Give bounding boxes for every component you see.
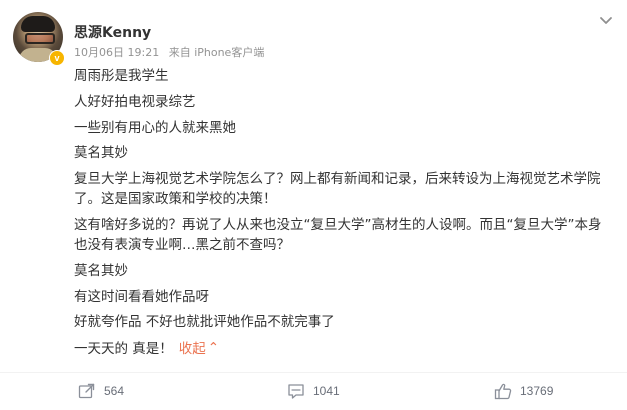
collapse-label: 收起 [178, 341, 206, 358]
share-icon [78, 383, 95, 399]
repost-button[interactable]: 564 [78, 381, 124, 401]
weibo-post-card: v 思源Kenny 10月06日 19:21 来自 iPhone客户端 周雨彤是… [0, 0, 627, 409]
like-count: 13769 [520, 384, 554, 398]
thumbs-up-icon [494, 383, 512, 399]
post-menu-button[interactable] [596, 12, 616, 28]
content-line: 有这时间看看她作品呀 [74, 288, 209, 305]
content-last-line: 一天天的 真是！ 收起 ⌃ [74, 338, 614, 359]
comment-icon [288, 384, 304, 399]
collapse-link[interactable]: 收起 ⌃ [178, 340, 220, 358]
content-line: 一天天的 真是！ [74, 341, 173, 358]
chevron-down-icon [600, 17, 612, 24]
post-content: 周雨彤是我学生 人好好拍电视录综艺 一些别有用心的人就来黑她 莫名其妙 复旦大学… [74, 66, 614, 365]
content-paragraph: 复旦大学上海视觉艺术学院怎么了？网上都有新闻和记录，后来转设为上海视觉艺术学院了… [74, 171, 601, 208]
content-line: 莫名其妙 [74, 145, 128, 162]
comment-button[interactable]: 1041 [287, 381, 340, 401]
repost-count: 564 [104, 384, 125, 398]
content-line: 莫名其妙 [74, 262, 128, 279]
author-avatar[interactable]: v [13, 12, 65, 66]
post-source[interactable]: 来自 iPhone客户端 [169, 46, 265, 59]
post-meta: 10月06日 19:21 来自 iPhone客户端 [74, 44, 264, 60]
caret-up-icon: ⌃ [207, 340, 220, 357]
comment-count: 1041 [313, 384, 340, 398]
like-button[interactable]: 13769 [494, 381, 553, 401]
content-line: 周雨彤是我学生 [74, 68, 169, 84]
post-action-bar: 564 1041 13769 [0, 372, 627, 410]
verified-badge: v [49, 50, 65, 66]
content-line: 人好好拍电视录综艺 [74, 93, 196, 110]
content-line: 好就夸作品 不好也就批评她作品不就完事了 [74, 314, 335, 331]
content-line: 一些别有用心的人就来黑她 [74, 119, 236, 136]
post-timestamp[interactable]: 10月06日 19:21 [74, 46, 159, 59]
content-paragraph: 这有啥好多说的？再说了人从来也没立“复旦大学”高材生的人设啊。而且“复旦大学”本… [74, 216, 602, 253]
author-name[interactable]: 思源Kenny [74, 22, 151, 42]
